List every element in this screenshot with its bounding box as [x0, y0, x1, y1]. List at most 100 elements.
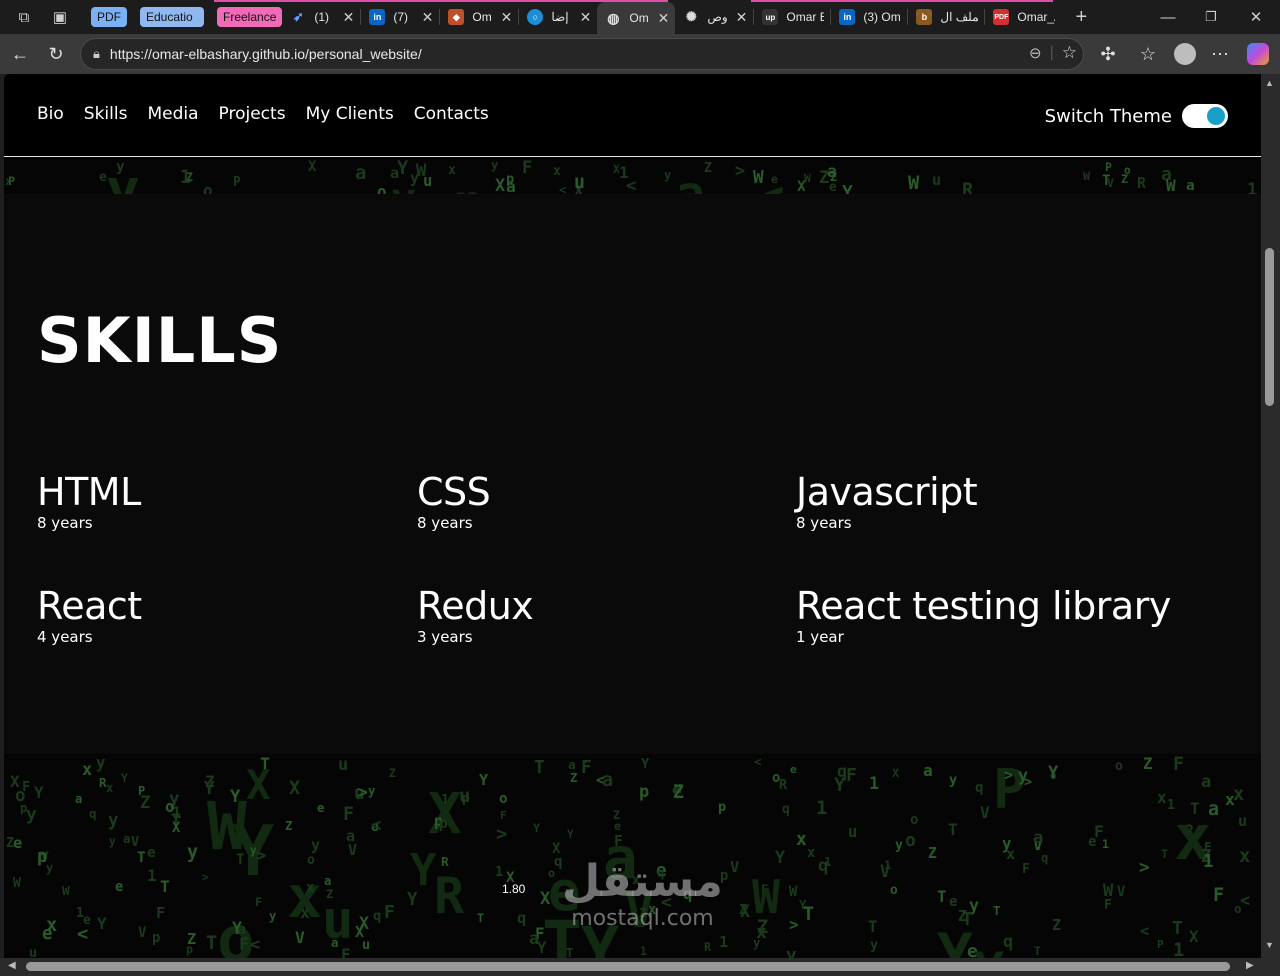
matrix-glyph: > [357, 782, 368, 803]
matrix-glyph: Y [641, 756, 650, 772]
vertical-scrollbar[interactable]: ▲ ▼ [1261, 74, 1280, 958]
vertical-scroll-thumb[interactable] [1265, 248, 1274, 406]
matrix-glyph: y [786, 946, 797, 958]
scroll-up-icon[interactable]: ▲ [1265, 78, 1274, 88]
close-icon[interactable]: ✕ [658, 10, 670, 27]
extensions-icon[interactable]: ✣ [1090, 36, 1126, 72]
minimize-icon[interactable]: — [1156, 5, 1180, 29]
browser-tab[interactable]: ◆ Om ✕ [440, 2, 518, 32]
matrix-glyph: T [477, 911, 484, 925]
favorites-icon[interactable]: ☆ [1130, 36, 1166, 72]
profile-avatar[interactable] [1174, 43, 1196, 65]
close-icon[interactable]: ✕ [422, 9, 434, 26]
matrix-glyph: 1 [816, 797, 828, 819]
nav-link-my-clients[interactable]: My Clients [306, 104, 394, 124]
refresh-icon[interactable]: ↻ [38, 36, 74, 72]
skill-years: 8 years [796, 514, 852, 532]
nav-link-bio[interactable]: Bio [37, 104, 64, 124]
matrix-glyph: W [752, 870, 780, 924]
browser-tab[interactable]: ○ إضا ✕ [519, 2, 597, 32]
close-icon[interactable]: ✕ [736, 9, 748, 26]
more-page-actions-icon[interactable]: ⊖ [1029, 44, 1042, 62]
scroll-left-icon[interactable]: ◀ [8, 960, 16, 971]
matrix-glyph: Y [567, 828, 574, 841]
nav-link-skills[interactable]: Skills [84, 104, 128, 124]
matrix-glyph: x [300, 903, 310, 922]
matrix-glyph: a [602, 770, 614, 791]
tab-title: (7) [393, 10, 409, 24]
matrix-glyph: Z [1121, 172, 1129, 186]
close-icon[interactable]: ✕ [501, 9, 513, 26]
address-bar[interactable]: 🔒︎ https://omar-elbashary.github.io/pers… [80, 38, 1084, 70]
matrix-glyph: x [1239, 846, 1251, 867]
new-tab-button[interactable]: + [1069, 5, 1093, 29]
browser-tab[interactable]: up Omar E [754, 2, 830, 32]
settings-more-icon[interactable]: ⋯ [1202, 36, 1238, 72]
matrix-glyph: Z [739, 903, 748, 918]
matrix-glyph: Y [974, 942, 1004, 958]
matrix-glyph: p [152, 930, 161, 946]
close-icon[interactable]: ✕ [343, 9, 355, 26]
url-text[interactable]: https://omar-elbashary.github.io/persona… [110, 46, 422, 62]
matrix-glyph: o [910, 812, 919, 828]
browser-tab[interactable]: PDF Omar_A [985, 2, 1061, 32]
matrix-glyph: q [837, 761, 848, 781]
browser-tab[interactable]: b الملف ال [908, 2, 984, 32]
tab-group-freelance[interactable]: Freelance [217, 7, 283, 27]
watermark-arabic: مستقل [562, 856, 723, 907]
nav-link-projects[interactable]: Projects [219, 104, 286, 124]
nav-link-media[interactable]: Media [147, 104, 198, 124]
close-window-icon[interactable]: ✕ [1244, 5, 1268, 29]
browser-tab[interactable]: ➶ (1) ✕ [282, 2, 360, 32]
matrix-glyph: X [797, 179, 806, 195]
site-info-icon[interactable]: 🔒︎ [93, 46, 100, 62]
globe-icon: ◍ [607, 9, 620, 26]
restore-icon[interactable]: ❐ [1199, 5, 1223, 29]
close-icon[interactable]: ✕ [580, 9, 592, 26]
tab-group-education[interactable]: Educatio [140, 7, 204, 27]
horizontal-scrollbar[interactable]: ◀ ▶ [0, 958, 1280, 976]
copilot-icon[interactable] [1247, 43, 1269, 65]
matrix-glyph: q [1041, 851, 1049, 865]
browser-tab[interactable]: ✺ وص ✕ [675, 2, 753, 32]
matrix-glyph: y [664, 168, 672, 182]
matrix-glyph: y [109, 835, 116, 848]
horizontal-scroll-thumb[interactable] [26, 962, 1230, 971]
matrix-glyph: 1 [619, 163, 629, 182]
scroll-right-icon[interactable]: ▶ [1246, 960, 1254, 971]
workspaces-icon[interactable]: ⧉ [12, 5, 36, 29]
nav-link-contacts[interactable]: Contacts [414, 104, 489, 124]
matrix-glyph: X [289, 778, 301, 799]
matrix-glyph: y [108, 811, 119, 831]
scroll-down-icon[interactable]: ▼ [1265, 940, 1274, 950]
browser-tab[interactable]: in (3) Oma [831, 2, 907, 32]
tab-strip: ⧉ ▣ PDF Educatio Freelance ➶ (1) ✕ in (7… [0, 0, 1280, 34]
skill-name: HTML [37, 470, 141, 514]
matrix-glyph: Y [97, 914, 107, 933]
matrix-glyph: a [1201, 771, 1212, 791]
matrix-glyph: e [771, 172, 778, 186]
tab-group-pdf[interactable]: PDF [91, 7, 127, 27]
browser-tab-active[interactable]: ◍ Om ✕ [597, 2, 676, 34]
watermark-latin: mostaql.com [571, 906, 714, 931]
browser-tab[interactable]: in (7) ✕ [361, 2, 439, 32]
matrix-glyph: Y [232, 919, 242, 938]
back-icon[interactable]: ← [2, 36, 38, 72]
favorite-star-icon[interactable]: ☆ [1062, 43, 1077, 63]
matrix-glyph: x [807, 845, 816, 861]
matrix-glyph: T [566, 946, 574, 958]
matrix-glyph: V [1107, 176, 1114, 190]
ring-icon: ○ [527, 9, 544, 25]
matrix-glyph: P [233, 175, 241, 190]
matrix-glyph: u [574, 172, 585, 193]
tab-title: الملف ال [940, 10, 979, 24]
matrix-glyph: Z [928, 845, 937, 862]
matrix-glyph: T [534, 758, 545, 778]
matrix-glyph: X [892, 766, 900, 780]
matrix-glyph: V [1117, 884, 1126, 900]
matrix-glyph: Y [407, 890, 418, 910]
tab-title: (1) [314, 10, 330, 24]
theme-toggle[interactable] [1182, 104, 1228, 128]
matrix-glyph: R [434, 866, 465, 925]
vertical-tabs-icon[interactable]: ▣ [48, 5, 72, 29]
